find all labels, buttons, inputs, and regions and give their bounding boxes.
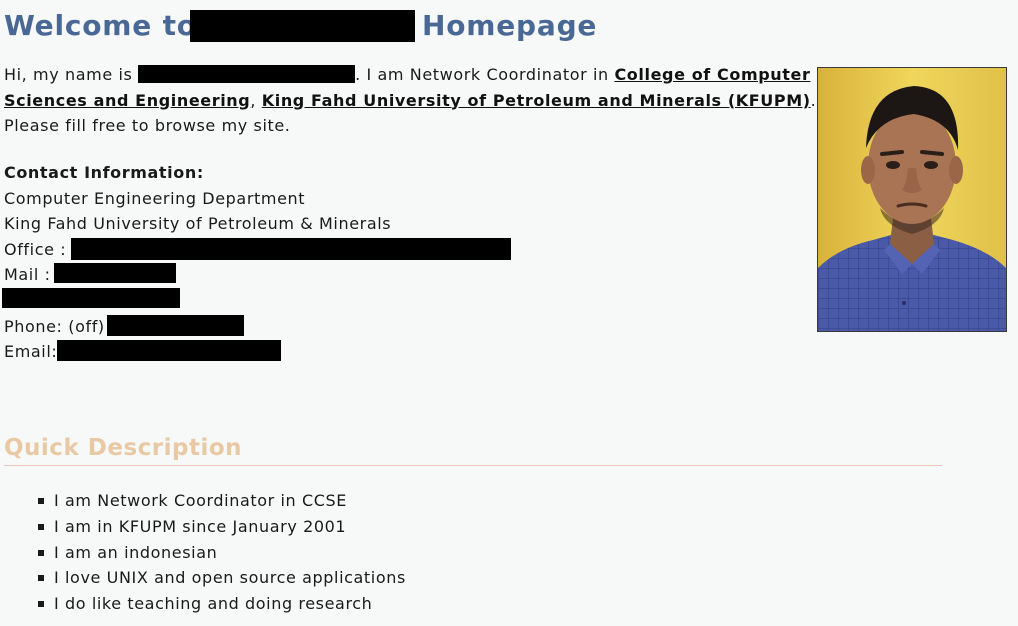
list-item-text: I am an indonesian xyxy=(54,542,218,562)
list-item: I am in KFUPM since January 2001 xyxy=(4,514,406,540)
redacted-name-intro xyxy=(138,65,356,83)
contact-section: Contact Information: Computer Engineerin… xyxy=(2,160,704,365)
bullet-icon xyxy=(38,575,44,582)
phone-label: Phone: (off) xyxy=(4,316,105,336)
bullet-icon xyxy=(38,601,44,608)
mail-label: Mail : xyxy=(4,265,51,285)
redacted-phone xyxy=(107,314,244,336)
list-item: I am an indonesian xyxy=(4,540,406,566)
intro-separator: , xyxy=(250,90,257,110)
page-title-prefix: Welcome to xyxy=(4,9,197,42)
bullet-icon xyxy=(38,498,44,504)
quick-description-list: I am Network Coordinator in CCSE I am in… xyxy=(4,488,406,617)
intro-greeting: Hi, my name is xyxy=(4,65,133,84)
redacted-email xyxy=(57,340,281,362)
list-item: I am Network Coordinator in CCSE xyxy=(4,488,406,514)
redacted-name-title xyxy=(190,10,415,42)
quick-description-heading: Quick Description xyxy=(4,432,942,466)
bullet-icon xyxy=(38,523,44,530)
list-item: I love UNIX and open source applications xyxy=(4,565,406,591)
contact-mail-row-2 xyxy=(2,287,704,314)
list-item-text: I love UNIX and open source applications xyxy=(54,568,406,588)
list-item-text: I am in KFUPM since January 2001 xyxy=(54,516,347,536)
redacted-mail-line-2 xyxy=(2,287,180,308)
redacted-office xyxy=(71,237,511,260)
office-label: Office : xyxy=(4,239,67,259)
contact-mail-row: Mail : xyxy=(4,262,704,288)
bullet-icon xyxy=(38,549,44,556)
contact-department: Computer Engineering Department xyxy=(4,188,306,208)
contact-phone-row: Phone: (off) xyxy=(4,314,704,340)
university-link[interactable]: King Fahd University of Petroleum and Mi… xyxy=(262,91,811,110)
page-title-suffix: Homepage xyxy=(422,9,598,42)
profile-photo xyxy=(817,67,1007,332)
list-item-text: I am Network Coordinator in CCSE xyxy=(54,491,347,510)
contact-email-row: Email: xyxy=(4,339,704,365)
list-item-text: I do like teaching and doing research xyxy=(54,594,373,614)
contact-heading: Contact Information: xyxy=(4,163,204,182)
list-item: I do like teaching and doing research xyxy=(4,591,406,617)
redacted-mail xyxy=(54,263,176,284)
intro-role-text: . I am Network Coordinator in xyxy=(355,65,609,84)
intro-paragraph: Hi, my name is . I am Network Coordinato… xyxy=(4,62,819,139)
email-label: Email: xyxy=(4,342,58,362)
contact-university: King Fahd University of Petroleum & Mine… xyxy=(4,214,392,234)
page-title: Welcome to Homepage xyxy=(4,6,604,46)
contact-office-row: Office : xyxy=(4,237,704,263)
